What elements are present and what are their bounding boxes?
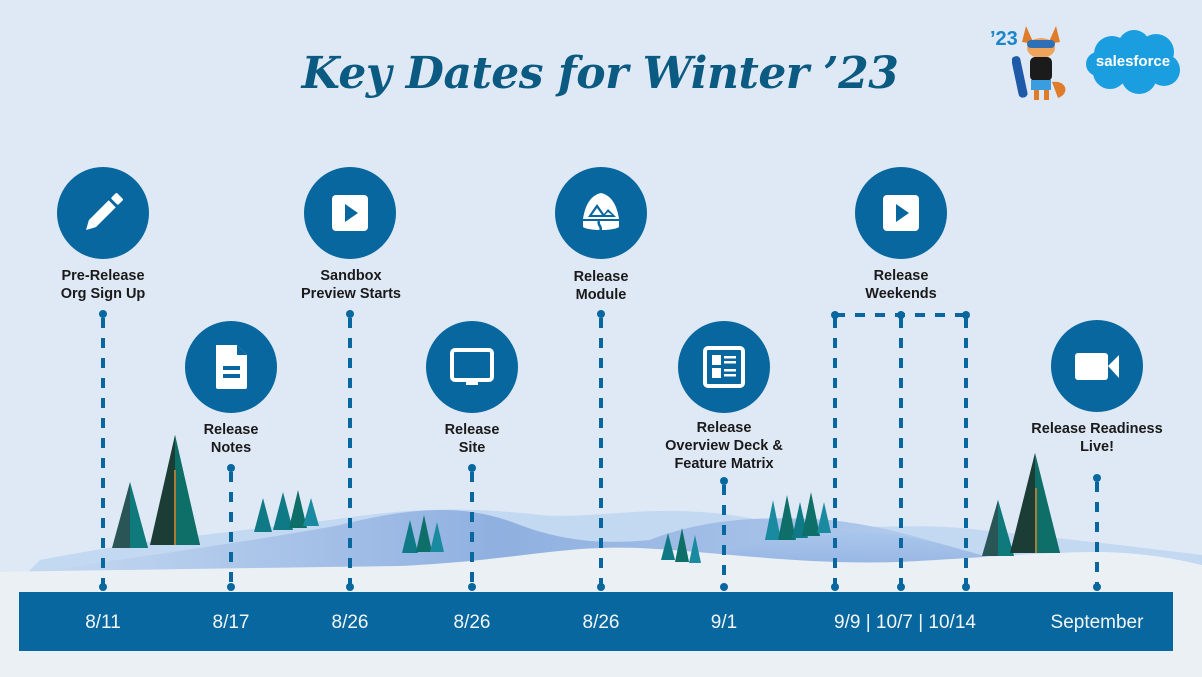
label-line: Overview Deck &	[665, 438, 783, 454]
play-icon	[883, 195, 919, 231]
milestone-label: Pre-Release Org Sign Up	[3, 267, 203, 303]
label-line: Weekends	[865, 286, 937, 302]
salesforce-logo-text: salesforce	[1095, 53, 1171, 70]
label-line: Release	[444, 422, 500, 438]
milestone-icon-circle	[57, 167, 149, 259]
article-layout-icon	[703, 346, 745, 388]
label-line: Preview Starts	[301, 286, 401, 302]
key-dates-infographic: Key Dates for Winter ’23 ’23 salesforce	[0, 0, 1202, 677]
milestone-icon-circle	[426, 321, 518, 413]
label-line: Release	[573, 269, 629, 285]
trailhead-mountain-icon	[583, 193, 619, 232]
label-line: Live!	[1080, 439, 1114, 455]
milestone-icon-circle	[555, 167, 647, 259]
milestone-label: Release Module	[501, 268, 701, 304]
label-line: Site	[458, 440, 486, 456]
label-line: Feature Matrix	[674, 456, 774, 472]
milestone-icon-circle	[855, 167, 947, 259]
date-label: 9/9 | 10/7 | 10/14	[834, 612, 976, 633]
milestone-label: Sandbox Preview Starts	[251, 267, 451, 303]
milestone-label: Release Weekends	[801, 267, 1001, 303]
label-line: Sandbox	[320, 268, 382, 284]
video-camera-icon	[1075, 353, 1119, 380]
pencil-icon	[86, 193, 123, 230]
label-line: Pre-Release	[61, 268, 145, 284]
milestone-label: Release Readiness Live!	[997, 420, 1197, 456]
label-line: Release Readiness	[1031, 421, 1163, 437]
label-line: Notes	[210, 440, 252, 456]
label-line: Release	[696, 420, 752, 436]
label-line: Release	[873, 268, 929, 284]
milestone-label: Release Site	[372, 421, 572, 457]
milestone-label: Release Overview Deck & Feature Matrix	[624, 419, 824, 473]
monitor-icon	[450, 348, 494, 385]
milestone-icon-circle	[185, 321, 277, 413]
milestone-icon-circle	[1051, 320, 1143, 412]
page-title: Key Dates for Winter ’23	[301, 48, 899, 99]
date-label: September	[1050, 612, 1144, 633]
milestone-icon-circle	[678, 321, 770, 413]
milestone-icon-circle	[304, 167, 396, 259]
label-line: Org Sign Up	[60, 286, 146, 302]
label-line: Release	[203, 422, 259, 438]
label-line: Module	[575, 287, 627, 303]
date-label: 9/1	[710, 612, 738, 633]
document-icon	[216, 345, 247, 389]
fox-mascot-icon	[1012, 26, 1066, 100]
milestone-label: Release Notes	[131, 421, 331, 457]
play-icon	[332, 195, 368, 231]
